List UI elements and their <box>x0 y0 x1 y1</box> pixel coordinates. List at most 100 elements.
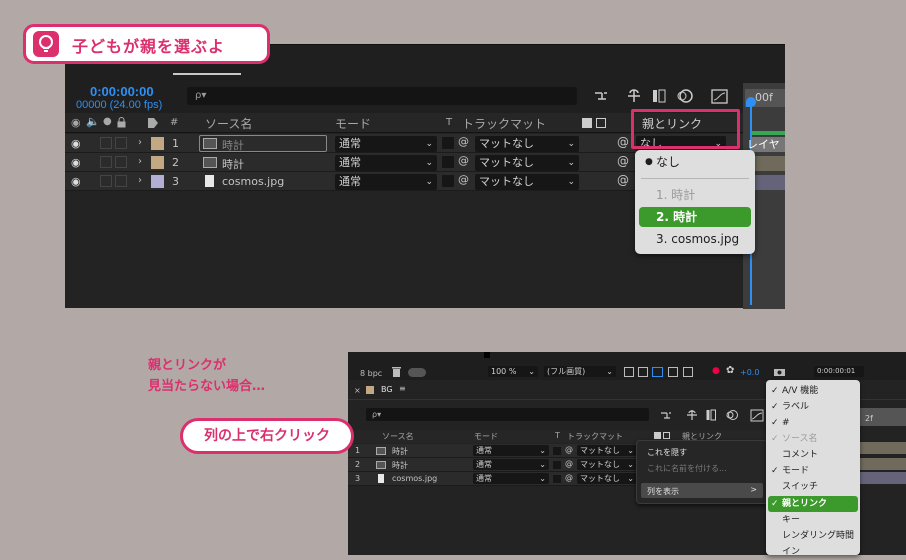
blend-mode-select[interactable]: 通常 ⌄ <box>335 174 437 190</box>
lock-icon[interactable] <box>117 117 126 128</box>
menu-item-show-columns[interactable]: 列を表示 > <box>641 483 763 498</box>
audio-icon[interactable]: 🔈 <box>86 115 100 128</box>
layer-name[interactable]: 時計 <box>392 446 408 457</box>
track-matte-icon[interactable] <box>596 118 606 128</box>
view-layout-icon[interactable] <box>683 367 693 377</box>
matte-link-icon[interactable]: @ <box>458 173 469 186</box>
parent-pickwhip-icon[interactable]: @ <box>617 135 629 149</box>
shy-layers-icon[interactable] <box>626 88 642 104</box>
solo-switch[interactable] <box>100 156 112 168</box>
matte-link-icon[interactable]: @ <box>565 459 573 468</box>
layer-name[interactable]: 時計 <box>392 460 408 471</box>
blend-mode-select[interactable]: 通常 ⌄ <box>335 136 437 152</box>
column-option-number[interactable]: ✓ # <box>768 415 858 431</box>
column-header-number[interactable]: # <box>170 117 178 128</box>
column-header-t[interactable]: T <box>446 117 452 128</box>
column-option-parent-link[interactable]: ✓ 親とリンク <box>768 496 858 512</box>
eye-icon[interactable]: ◉ <box>71 116 81 129</box>
frame-blending-icon[interactable] <box>706 409 716 421</box>
composition-flowchart-icon[interactable] <box>593 89 609 103</box>
solo-switch[interactable] <box>100 137 112 149</box>
current-timecode[interactable]: 0:00:00:00 <box>90 84 154 99</box>
color-management-icon[interactable]: ✿ <box>726 365 734 376</box>
matte-link-icon[interactable]: @ <box>565 445 573 454</box>
column-header-t[interactable]: T <box>555 431 560 440</box>
column-option-mode[interactable]: ✓ モード <box>768 463 858 479</box>
layer-name[interactable]: cosmos.jpg <box>222 175 284 188</box>
track-matte-select[interactable]: マットなし ⌄ <box>577 459 637 470</box>
visibility-eye-icon[interactable]: ◉ <box>71 175 81 188</box>
label-tag-icon[interactable] <box>147 117 159 129</box>
motion-blur-icon[interactable] <box>677 88 693 104</box>
column-header-track-matte[interactable]: トラックマット <box>462 115 546 132</box>
dropdown-item-layer-3[interactable]: 3. cosmos.jpg <box>639 229 751 249</box>
column-option-render-time[interactable]: レンダリング時間 <box>768 528 858 544</box>
track-matte-select[interactable]: マットなし ⌄ <box>475 136 579 152</box>
trash-icon[interactable] <box>392 367 401 377</box>
track-matte-select[interactable]: マットなし ⌄ <box>577 473 637 484</box>
layer-name[interactable]: 時計 <box>222 156 244 172</box>
parent-pickwhip-icon[interactable]: @ <box>617 154 629 168</box>
parent-pickwhip-icon[interactable]: @ <box>617 173 629 187</box>
lock-switch[interactable] <box>115 156 127 168</box>
visibility-eye-icon[interactable]: ◉ <box>71 137 81 150</box>
preserve-transparency-checkbox[interactable] <box>553 447 561 455</box>
layer-bar-3[interactable] <box>860 472 906 484</box>
preserve-transparency-checkbox[interactable] <box>442 137 454 149</box>
column-header-track-matte[interactable]: トラックマット <box>567 431 623 442</box>
track-matte-icon[interactable] <box>663 432 670 439</box>
graph-editor-icon[interactable] <box>750 408 764 422</box>
graph-editor-icon[interactable] <box>711 87 729 105</box>
track-matte-select[interactable]: マットなし ⌄ <box>475 174 579 190</box>
label-color-swatch[interactable] <box>151 156 164 169</box>
expand-chevron-icon[interactable]: › <box>138 156 142 167</box>
blend-mode-select[interactable]: 通常 ⌄ <box>473 459 549 470</box>
preserve-transparency-checkbox[interactable] <box>442 175 454 187</box>
shy-layers-icon[interactable] <box>686 409 698 421</box>
lock-switch[interactable] <box>115 137 127 149</box>
column-header-source-name[interactable]: ソース名 <box>382 431 414 442</box>
track-matte-select[interactable]: マットなし ⌄ <box>577 445 637 456</box>
layer-bar-2[interactable] <box>752 156 785 171</box>
grid-guides-icon[interactable] <box>668 367 678 377</box>
layer-search-input[interactable]: ρ▾ <box>187 87 577 105</box>
parent-link-dropdown[interactable]: ● なし 1. 時計 2. 時計 3. cosmos.jpg <box>635 150 755 254</box>
tab-bg[interactable]: BG <box>381 385 393 394</box>
expand-chevron-icon[interactable]: › <box>138 175 142 186</box>
column-header-mode[interactable]: モード <box>474 431 498 442</box>
resolution-select[interactable]: (フル画質) ⌄ <box>544 366 616 377</box>
label-color-swatch[interactable] <box>151 137 164 150</box>
column-context-menu[interactable]: これを隠す これに名前を付ける... 列を表示 > <box>636 440 768 504</box>
column-option-comment[interactable]: コメント <box>768 447 858 463</box>
region-of-interest-icon[interactable] <box>624 367 634 377</box>
transparency-grid-icon[interactable] <box>638 367 648 377</box>
preserve-transparency-checkbox[interactable] <box>553 475 561 483</box>
column-option-av-features[interactable]: ✓ A/V 機能 <box>768 383 858 399</box>
bit-depth-button[interactable]: 8 bpc <box>360 369 382 378</box>
visibility-eye-icon[interactable]: ◉ <box>71 156 81 169</box>
solo-switch[interactable] <box>100 175 112 187</box>
layer-name-field-selected[interactable]: 時計 <box>199 135 327 152</box>
matte-link-icon[interactable]: @ <box>458 135 469 148</box>
column-option-label[interactable]: ✓ ラベル <box>768 399 858 415</box>
work-area-bar[interactable] <box>752 131 785 135</box>
menu-item-hide-column[interactable]: これを隠す <box>647 447 687 458</box>
lock-switch[interactable] <box>115 175 127 187</box>
solo-icon[interactable]: ● <box>103 116 112 127</box>
preserve-transparency-checkbox[interactable] <box>553 461 561 469</box>
column-option-switches[interactable]: スイッチ <box>768 479 858 495</box>
preserve-transparency-icon[interactable] <box>582 118 592 128</box>
frame-blending-icon[interactable] <box>652 88 666 104</box>
layer-bar-1[interactable] <box>860 442 906 454</box>
snapshot-camera-icon[interactable] <box>774 367 785 376</box>
viewer-timecode[interactable]: 0:00:00:01 <box>814 366 864 377</box>
track-matte-select[interactable]: マットなし ⌄ <box>475 155 579 171</box>
dropdown-item-layer-2-selected[interactable]: 2. 時計 <box>639 207 751 227</box>
matte-link-icon[interactable]: @ <box>565 473 573 482</box>
layer-bar-3[interactable] <box>752 175 785 190</box>
column-option-keys[interactable]: キー <box>768 512 858 528</box>
preserve-transparency-checkbox[interactable] <box>442 156 454 168</box>
label-color-swatch[interactable] <box>151 175 164 188</box>
motion-blur-icon[interactable] <box>726 409 738 421</box>
zoom-select[interactable]: 100 % ⌄ <box>488 366 538 377</box>
